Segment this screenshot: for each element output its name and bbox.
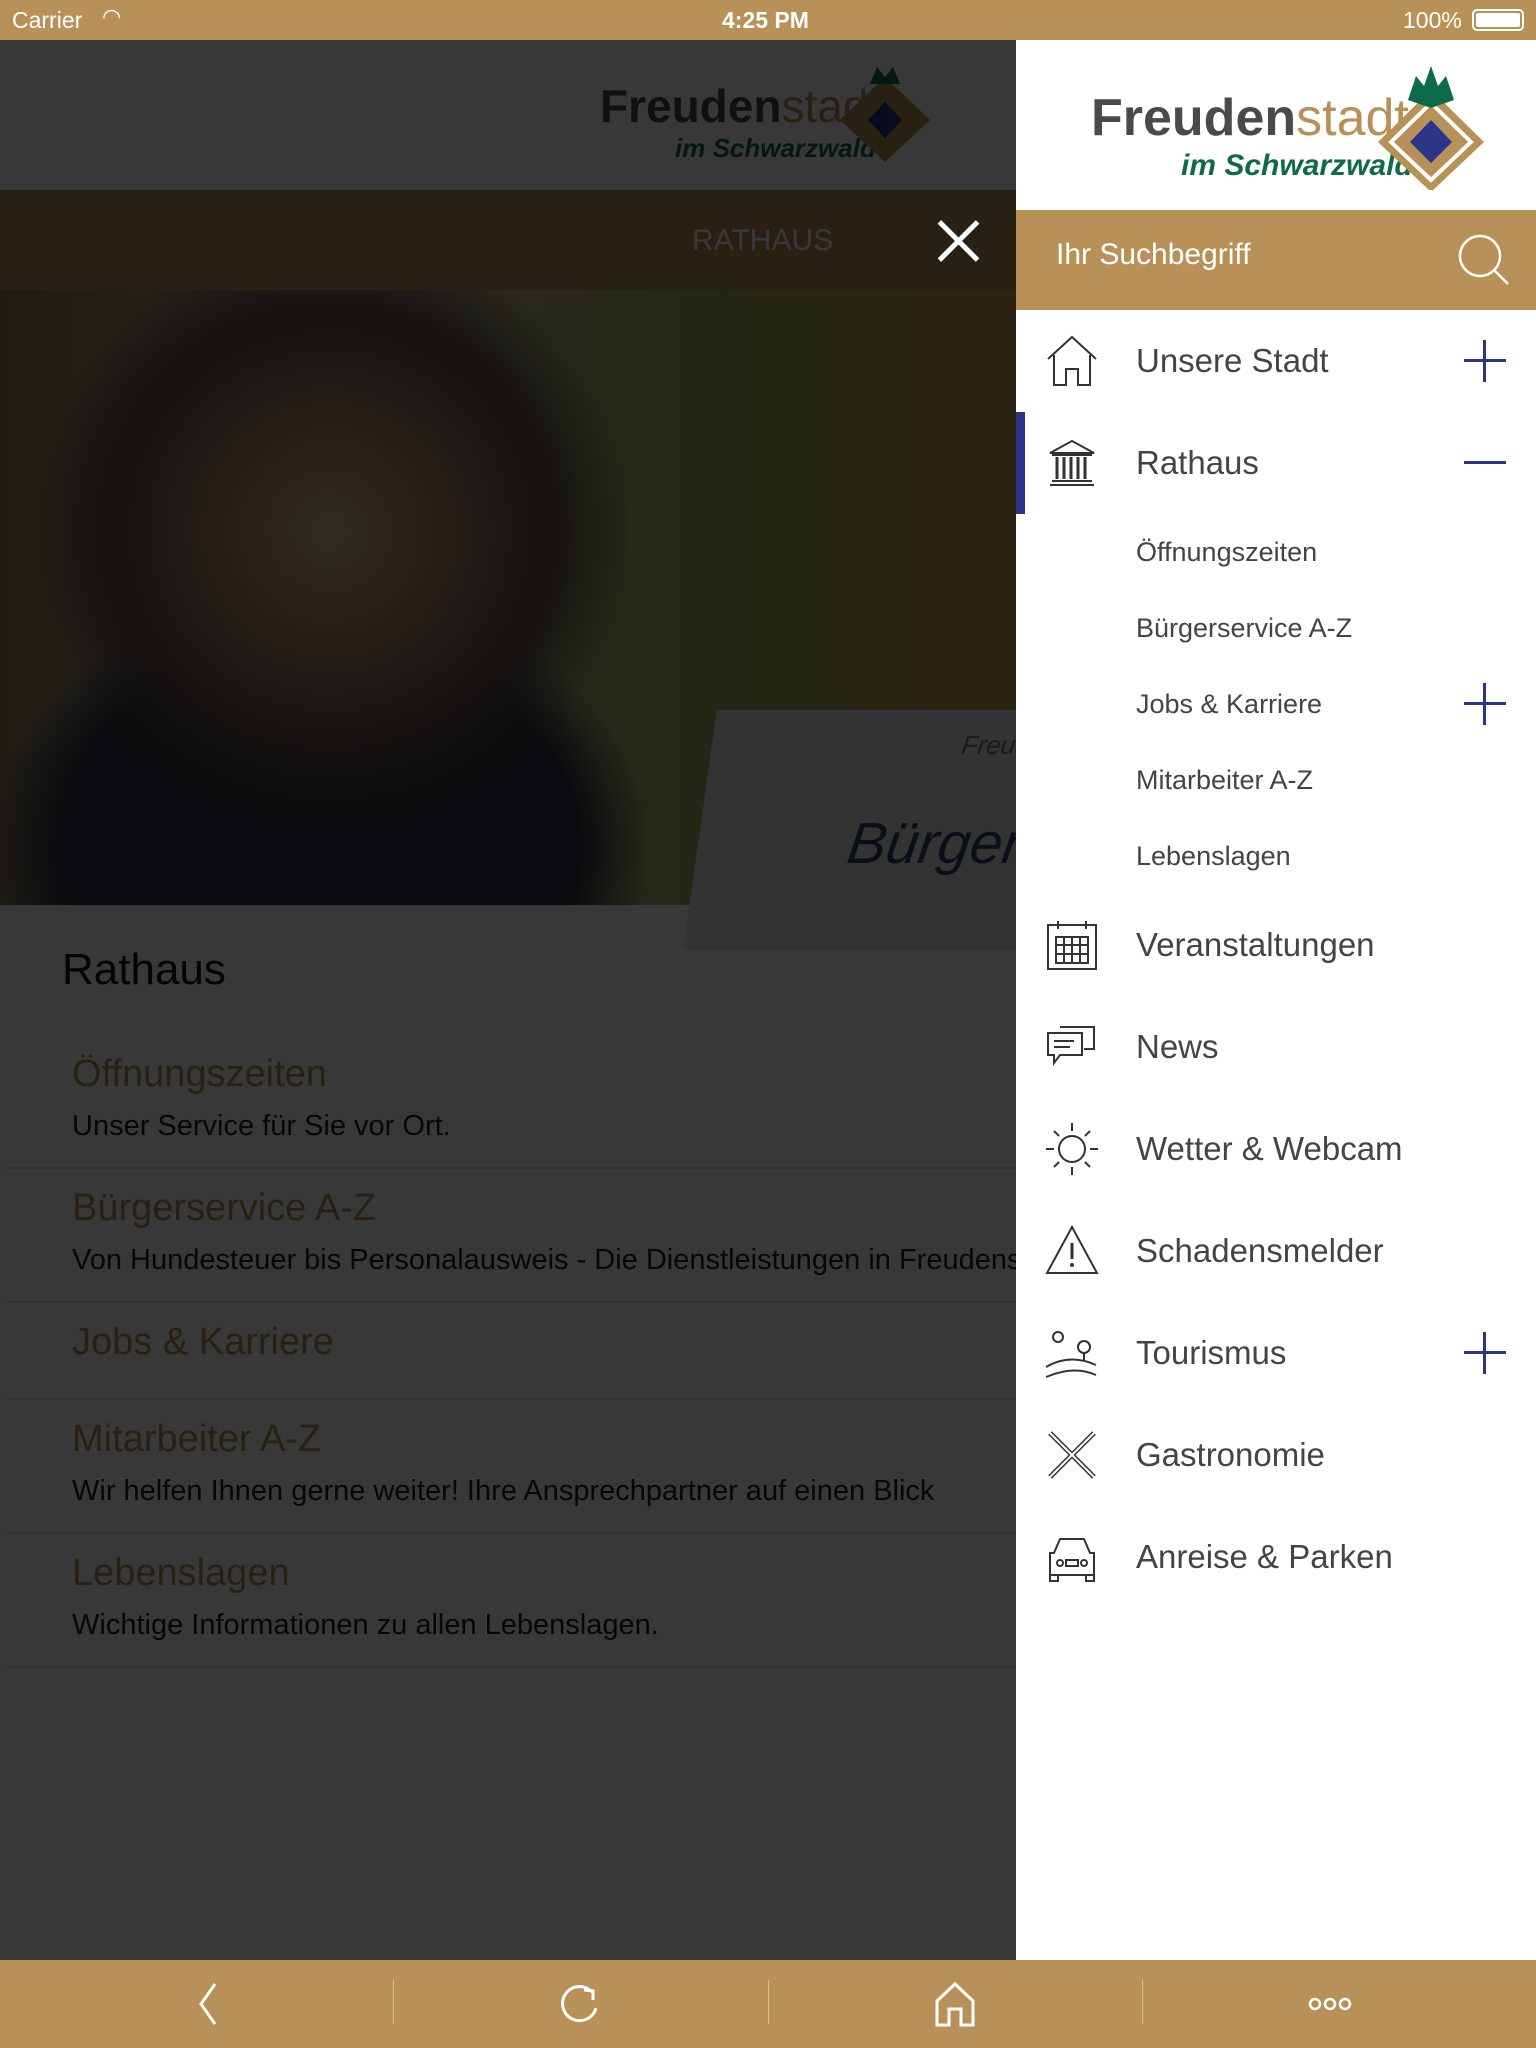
expand-icon[interactable]	[1464, 1332, 1506, 1374]
carrier: Carrier	[12, 7, 83, 33]
item-description: Wichtige Informationen zu allen Lebensla…	[72, 1609, 659, 1641]
calendar-icon	[1047, 921, 1097, 970]
menu-item-rathaus[interactable]: Rathaus	[1016, 412, 1536, 514]
menu-item-tourismus[interactable]: Tourismus	[1016, 1302, 1536, 1404]
hero-image: Freude Bürgers	[0, 290, 1016, 950]
warning-icon	[1045, 1224, 1099, 1274]
menu-item-label: Unsere Stadt	[1136, 342, 1329, 379]
expand-icon[interactable]	[1464, 340, 1506, 382]
search-bar	[1016, 210, 1536, 310]
menu-item-label: Wetter & Webcam	[1136, 1130, 1403, 1167]
hero-card-logo: Freude	[959, 730, 1016, 760]
page-header: Freudenstadt im Schwarzwald	[0, 40, 1016, 190]
drawer-logo: Freudenstadt im Schwarzwald	[1016, 40, 1536, 210]
menu-item-label: Mitarbeiter A-Z	[1136, 764, 1314, 795]
menu-item-schadensmelder[interactable]: Schadensmelder	[1016, 1200, 1536, 1302]
section-title: RATHAUS	[692, 224, 834, 257]
menu-item-label: Anreise & Parken	[1136, 1538, 1393, 1575]
home-icon	[1047, 335, 1097, 386]
menu-item-unsere-stadt[interactable]: Unsere Stadt	[1016, 310, 1536, 412]
menu-item-news[interactable]: News	[1016, 996, 1536, 1098]
menu-item-label: Lebenslagen	[1136, 840, 1291, 871]
content-list-item[interactable]: Jobs & Karriere	[6, 1303, 1016, 1400]
back-icon	[199, 1983, 217, 2025]
content-list-item[interactable]: Öffnungszeiten Unser Service für Sie vor …	[6, 1035, 1016, 1169]
svg-text:im Schwarzwald: im Schwarzwald	[1181, 149, 1413, 182]
battery-percent: 100%	[1403, 7, 1462, 33]
menu-item-label: Bürgerservice A-Z	[1136, 612, 1353, 643]
landscape-icon	[1045, 1331, 1097, 1378]
back-button[interactable]	[16, 1960, 400, 2048]
expand-icon[interactable]	[1464, 683, 1506, 725]
menu-item-mitarbeiter-a-z[interactable]: Mitarbeiter A-Z	[1016, 742, 1536, 818]
menu-item-gastronomie[interactable]: Gastronomie	[1016, 1404, 1536, 1506]
freudenstadt-logo: Freudenstadtim Schwarzwald	[1091, 66, 1484, 190]
menu-item-öffnungszeiten[interactable]: Öffnungszeiten	[1016, 514, 1536, 590]
car-icon	[1049, 1538, 1095, 1582]
reload-icon	[561, 1985, 598, 2023]
search-input[interactable]	[1056, 238, 1436, 272]
menu-item-label: Gastronomie	[1136, 1436, 1325, 1473]
item-description: Wir helfen Ihnen gerne weiter! Ihre Ansp…	[72, 1475, 935, 1507]
reload-button[interactable]	[388, 1960, 772, 2048]
page-title: Rathaus	[62, 945, 226, 994]
search-icon[interactable]	[1456, 232, 1512, 288]
menu-item-jobs-karriere[interactable]: Jobs & Karriere	[1016, 666, 1536, 742]
cutlery-icon	[1048, 1431, 1096, 1479]
menu-item-label: Veranstaltungen	[1136, 926, 1375, 963]
sun-icon	[1046, 1123, 1098, 1175]
menu-item-bürgerservice-a-z[interactable]: Bürgerservice A-Z	[1016, 590, 1536, 666]
menu-item-label: Jobs & Karriere	[1136, 688, 1323, 719]
svg-text:Freudenstadt: Freudenstadt	[1091, 89, 1409, 147]
side-drawer: Freudenstadtim Schwarzwald Unsere Stadt R…	[1016, 40, 1536, 1960]
collapse-icon[interactable]	[1464, 442, 1506, 484]
clock: 4:25 PM	[722, 7, 809, 33]
chat-icon	[1047, 1026, 1095, 1066]
close-icon[interactable]	[935, 218, 981, 264]
home-button[interactable]	[763, 1960, 1147, 2048]
status-bar: Carrier ◠ 4:25 PM 100%	[0, 0, 1536, 40]
wifi-icon: ◠	[102, 4, 122, 29]
svg-text:im Schwarzwald: im Schwarzwald	[675, 133, 877, 163]
menu-item-label: News	[1136, 1028, 1219, 1065]
dimmed-page-content[interactable]: Freudenstadt im Schwarzwald RATHAUS Freud…	[0, 40, 1016, 1960]
content-list-item[interactable]: Bürgerservice A-Z Von Hundesteuer bis Per…	[6, 1169, 1016, 1303]
section-bar: RATHAUS	[0, 190, 1016, 290]
bottom-toolbar	[0, 1960, 1536, 2048]
item-title[interactable]: Jobs & Karriere	[72, 1321, 1016, 1364]
menu-item-label: Tourismus	[1136, 1334, 1287, 1371]
content-list-item[interactable]: Lebenslagen Wichtige Informationen zu all…	[6, 1534, 1016, 1668]
item-description: Unser Service für Sie vor Ort.	[72, 1110, 451, 1142]
more-button[interactable]	[1138, 1960, 1522, 2048]
item-title[interactable]: Mitarbeiter A-Z	[72, 1418, 1016, 1461]
home-icon	[935, 1981, 975, 2027]
freudenstadt-logo: Freudenstadtim Schwarzwald	[600, 67, 930, 163]
menu-item-label: Schadensmelder	[1136, 1232, 1384, 1269]
svg-text:Freudenstadt: Freudenstadt	[600, 80, 881, 132]
menu-item-label: Öffnungszeiten	[1136, 536, 1318, 567]
item-title[interactable]: Lebenslagen	[72, 1552, 1016, 1595]
menu-item-lebenslagen[interactable]: Lebenslagen	[1016, 818, 1536, 894]
menu-item-anreise-parken[interactable]: Anreise & Parken	[1016, 1506, 1536, 1608]
item-title[interactable]: Öffnungszeiten	[72, 1053, 1016, 1096]
item-title[interactable]: Bürgerservice A-Z	[72, 1187, 1016, 1230]
menu-item-wetter-webcam[interactable]: Wetter & Webcam	[1016, 1098, 1536, 1200]
item-description: Von Hundesteuer bis Personalausweis - Di…	[72, 1244, 1016, 1276]
menu-item-label: Rathaus	[1136, 444, 1259, 481]
hero-card: Freude Bürgers	[683, 710, 1016, 950]
content-list-item[interactable]: Mitarbeiter A-Z Wir helfen Ihnen gerne we…	[6, 1400, 1016, 1534]
town-hall-icon	[1049, 439, 1095, 486]
hero-card-text: Bürgers	[843, 811, 1016, 876]
battery-icon	[1472, 9, 1524, 31]
menu-item-veranstaltungen[interactable]: Veranstaltungen	[1016, 894, 1536, 996]
more-icon	[1308, 1997, 1352, 2011]
